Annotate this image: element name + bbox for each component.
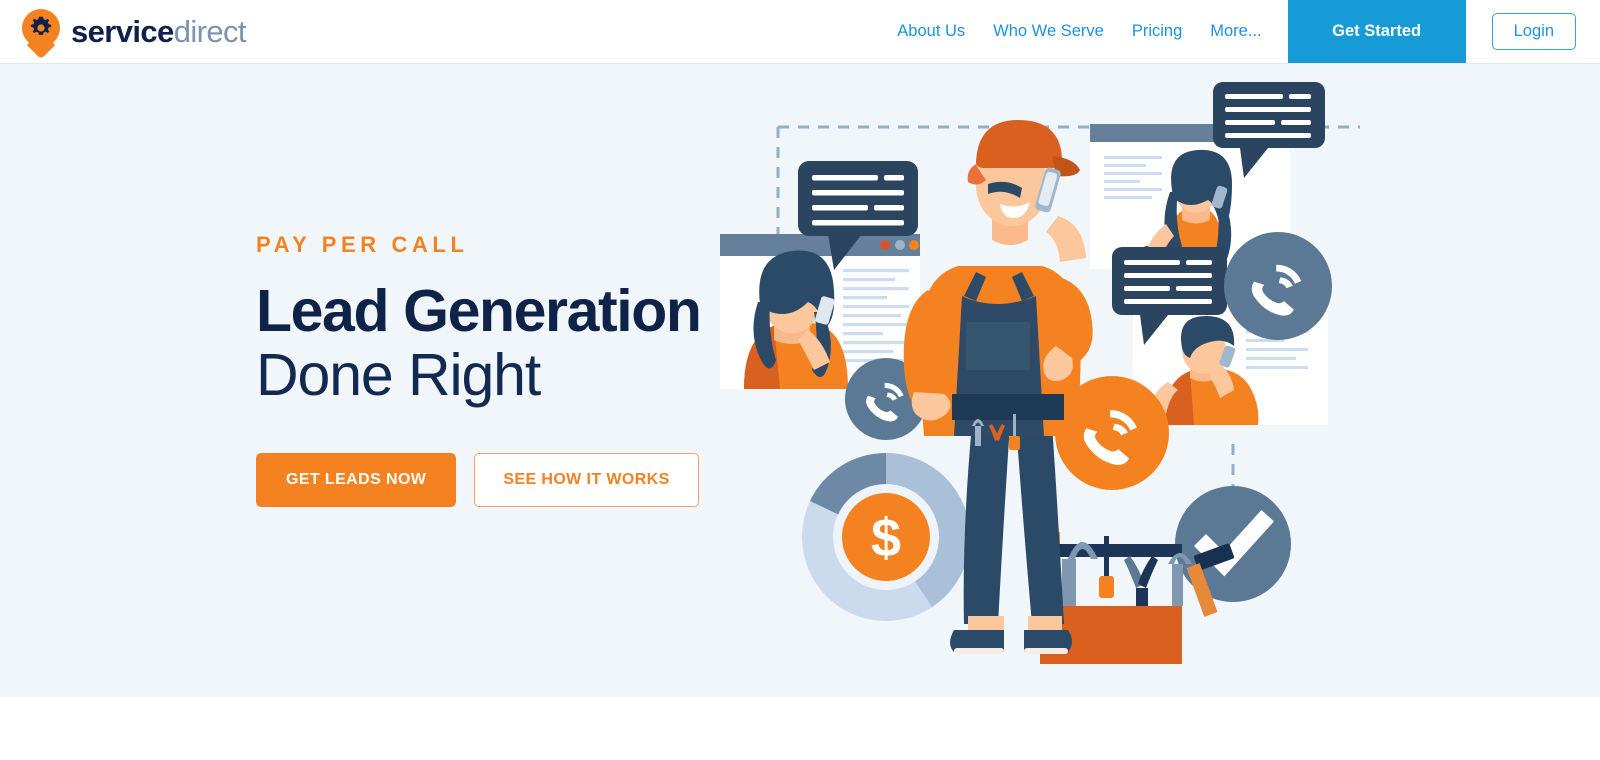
site-header: servicedirect About Us Who We Serve Pric… bbox=[0, 0, 1600, 64]
primary-nav: About Us Who We Serve Pricing More... bbox=[897, 0, 1287, 63]
logo-word-direct: direct bbox=[173, 14, 247, 49]
below-hero-band bbox=[0, 697, 1600, 760]
page-root: servicedirect About Us Who We Serve Pric… bbox=[0, 0, 1600, 760]
donut-chart-dollar: $ bbox=[802, 452, 970, 621]
nav-item-more[interactable]: More... bbox=[1210, 22, 1261, 41]
hero-section: PAY PER CALL Lead Generation Done Right … bbox=[0, 64, 1600, 697]
hero-illustration: $ bbox=[700, 64, 1380, 672]
nav-item-pricing[interactable]: Pricing bbox=[1132, 22, 1182, 41]
phone-circle-icon-upper-right bbox=[1224, 232, 1332, 340]
pay-per-call-lead-generation-illustration: $ bbox=[720, 82, 1360, 672]
header-spacer bbox=[246, 0, 897, 63]
logo-word-service: service bbox=[71, 14, 174, 49]
see-how-it-works-button[interactable]: SEE HOW IT WORKS bbox=[474, 453, 699, 508]
svg-text:$: $ bbox=[871, 508, 901, 568]
login-container: Login bbox=[1466, 0, 1600, 63]
hero-cta-row: GET LEADS NOW SEE HOW IT WORKS bbox=[256, 453, 726, 508]
logo[interactable]: servicedirect bbox=[0, 0, 247, 63]
get-started-button[interactable]: Get Started bbox=[1287, 0, 1466, 63]
hero-headline-line1: Lead Generation bbox=[256, 278, 702, 344]
hero-headline-line2: Done Right bbox=[256, 341, 541, 408]
hero-eyebrow: PAY PER CALL bbox=[256, 232, 469, 257]
checkmark-circle-icon bbox=[1175, 486, 1291, 602]
map-pin-gear-icon bbox=[22, 8, 60, 59]
nav-item-about-us[interactable]: About Us bbox=[897, 22, 965, 41]
logo-wordmark: servicedirect bbox=[71, 14, 247, 49]
gear-icon bbox=[30, 16, 52, 35]
get-leads-now-button[interactable]: GET LEADS NOW bbox=[256, 453, 457, 508]
nav-item-who-we-serve[interactable]: Who We Serve bbox=[993, 22, 1104, 41]
hero-copy: PAY PER CALL Lead Generation Done Right … bbox=[256, 232, 726, 508]
login-button[interactable]: Login bbox=[1491, 13, 1576, 50]
